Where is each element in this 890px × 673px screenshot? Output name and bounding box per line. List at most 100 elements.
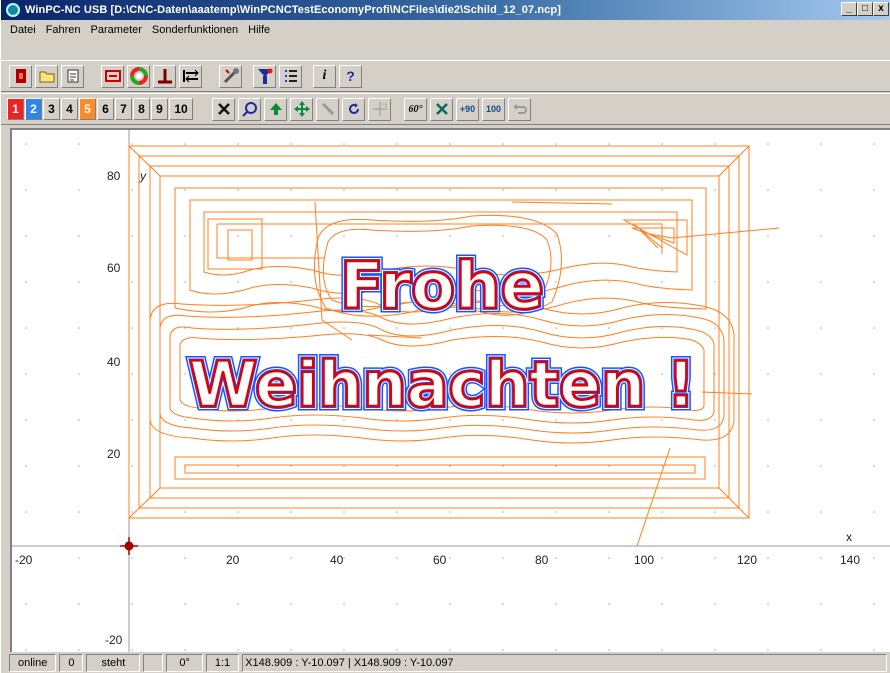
reference-run-button[interactable] [179,64,202,88]
line-tool-button[interactable] [316,97,339,121]
status-coordinates: X148.909 : Y-10.097 | X148.909 : Y-10.09… [242,653,887,672]
layer-5-button[interactable]: 5 [79,98,96,120]
app-icon [6,3,20,17]
mirror-icon [435,103,448,115]
filter-icon [257,68,272,84]
help-button[interactable]: ? [339,64,362,88]
mirror-button[interactable] [430,97,453,121]
layer-3-button[interactable]: 3 [43,98,60,120]
x-tick-label: -20 [15,553,33,567]
scale-100-icon: 100 [485,104,502,114]
y-axis-label: y [139,169,147,183]
maximize-button[interactable]: □ [857,2,873,16]
zoom-fit-button[interactable] [101,64,124,88]
magnifier-icon [241,102,257,117]
open-file-button[interactable] [35,64,58,88]
x-tick-label: 60 [433,553,447,567]
move-up-button[interactable] [264,97,287,121]
tool-length-button[interactable] [153,64,176,88]
clear-icon [217,103,230,115]
rotate-90-icon: +90 [459,104,476,114]
layer-8-button[interactable]: 8 [133,98,150,120]
y-tick-label: 20 [107,447,121,461]
scale-100-button[interactable]: 100 [482,97,505,121]
pan-button[interactable] [290,97,313,121]
status-count: 0 [59,653,84,672]
layer-4-button[interactable]: 4 [61,98,78,120]
text-line1: Frohe [340,250,544,324]
minimize-button[interactable]: _ [841,2,857,16]
y-tick-label: 60 [107,261,121,275]
sixty-degree-icon: 60° [408,103,423,115]
layer-6-button[interactable]: 6 [97,98,114,120]
status-angle: 0° [166,653,203,672]
layer-toolbar: 1 2 3 4 5 6 7 8 9 10 60° +90 100 [1,93,890,125]
y-tick-label: 40 [107,355,121,369]
layer-2-button[interactable]: 2 [25,98,42,120]
menu-sonderfunktionen[interactable]: Sonderfunktionen [147,24,243,36]
line-tool-icon [321,102,334,116]
status-connection: online [9,653,57,672]
setup-icon [223,68,239,84]
list-button[interactable] [279,64,302,88]
color-wheel-icon [129,67,148,85]
undo-icon [512,104,527,114]
app-window: WinPC-NC USB [D:\CNC-Daten\aaatemp\WinPC… [0,0,890,673]
y-tick-label: -20 [105,633,123,647]
info-button[interactable]: i [313,64,336,88]
exit-icon [15,69,26,83]
reference-run-icon [182,69,199,83]
rotate-button[interactable] [342,97,365,121]
magnifier-button[interactable] [238,97,261,121]
target-button[interactable] [368,97,391,121]
status-bar: online 0 steht 0° 1:1 X148.909 : Y-10.09… [1,652,890,673]
open-file-icon [39,71,54,83]
menu-fahren[interactable]: Fahren [41,24,86,36]
color-wheel-button[interactable] [127,64,150,88]
rotate-90-button[interactable]: +90 [456,97,479,121]
drawing-canvas[interactable]: -20 20 40 60 80 100 120 140 x 80 60 40 2… [10,128,890,652]
x-tick-label: 140 [840,553,860,567]
title-bar[interactable]: WinPC-NC USB [D:\CNC-Daten\aaatemp\WinPC… [1,0,890,20]
menu-bar: Datei Fahren Parameter Sonderfunktionen … [1,20,890,39]
x-axis-label: x [846,530,852,544]
zoom-fit-icon [104,70,121,82]
target-icon [372,102,387,116]
x-tick-label: 80 [535,553,549,567]
list-icon [284,70,297,82]
filter-button[interactable] [253,64,276,88]
pan-icon [293,101,310,117]
rotate-icon [348,103,359,114]
help-icon: ? [346,68,355,84]
exit-button[interactable] [9,64,32,88]
x-tick-label: 20 [226,553,240,567]
y-tick-label: 80 [107,169,121,183]
menu-hilfe[interactable]: Hilfe [243,24,275,36]
layer-7-button[interactable]: 7 [115,98,132,120]
status-empty [143,653,164,672]
close-button[interactable]: x [873,2,889,16]
x-tick-label: 100 [634,553,654,567]
move-up-icon [269,103,282,115]
undo-button[interactable] [508,97,531,121]
clear-button[interactable] [212,97,235,121]
menu-parameter[interactable]: Parameter [86,24,147,36]
text-line2: Weihnachten ! [189,348,695,421]
menu-datei[interactable]: Datei [5,24,41,36]
toolpath-view[interactable]: -20 20 40 60 80 100 120 140 x 80 60 40 2… [12,130,890,652]
status-scale: 1:1 [205,653,240,672]
window-title: WinPC-NC USB [D:\CNC-Daten\aaatemp\WinPC… [25,4,561,16]
main-toolbar: i ? [1,60,890,92]
x-tick-label: 120 [737,553,757,567]
sixty-degree-button[interactable]: 60° [404,97,427,121]
file-info-button[interactable] [61,64,84,88]
layer-10-button[interactable]: 10 [169,98,193,120]
layer-1-button[interactable]: 1 [7,98,24,120]
tool-length-icon [157,69,172,84]
setup-button[interactable] [219,64,242,88]
x-tick-label: 40 [330,553,344,567]
layer-9-button[interactable]: 9 [151,98,168,120]
status-motion: steht [86,653,141,672]
file-info-icon [67,69,78,83]
info-icon: i [322,68,327,83]
